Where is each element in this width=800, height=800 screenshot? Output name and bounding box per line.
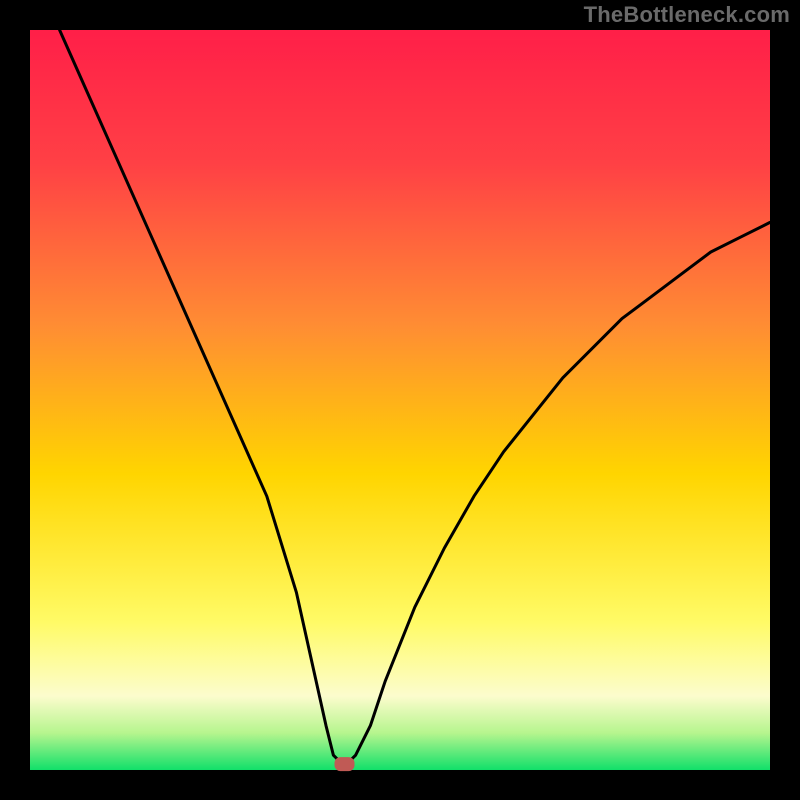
optimal-point-marker xyxy=(335,757,355,771)
chart-svg xyxy=(0,0,800,800)
plot-background xyxy=(30,30,770,770)
chart-frame: TheBottleneck.com xyxy=(0,0,800,800)
watermark-text: TheBottleneck.com xyxy=(584,2,790,28)
